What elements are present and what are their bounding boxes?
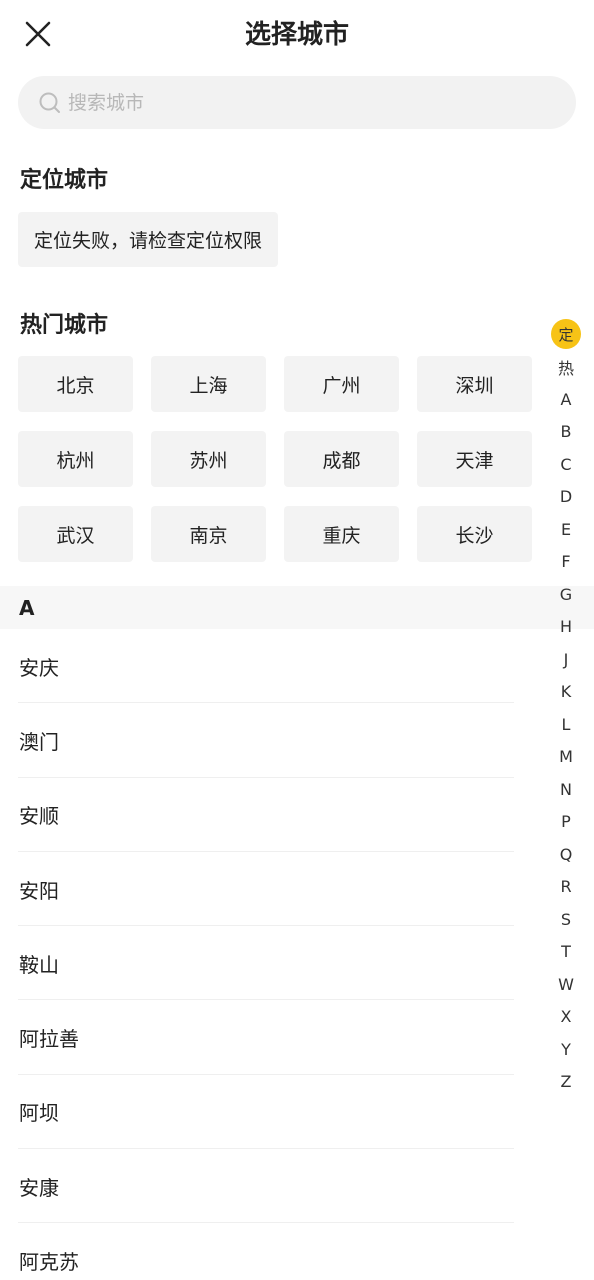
city-picker-page: 选择城市 定位城市 定位失败，请检查定位权限 热门城市 北京上海广州深圳杭州苏州… [0,0,594,1280]
alphabet-index-label: X [560,1007,572,1027]
alphabet-index-item[interactable]: L [548,708,584,741]
alphabet-index-item[interactable]: S [548,903,584,936]
city-list-item[interactable]: 澳门 [0,703,594,778]
alphabet-index-label: A [560,389,572,409]
alphabet-index-label: E [560,519,572,539]
alphabet-index-label: K [560,682,572,702]
alphabet-index-label: S [560,909,572,929]
alphabet-index[interactable]: 定热ABCDEFGHJKLMNPQRSTWXYZ [548,318,584,1098]
alphabet-index-item[interactable]: N [548,773,584,806]
alphabet-index-item[interactable]: P [548,806,584,839]
alphabet-index-label: W [558,974,574,994]
alphabet-index-item[interactable]: C [548,448,584,481]
page-title: 选择城市 [244,20,349,50]
city-list-item[interactable]: 安康 [0,1149,594,1224]
hot-city-chip[interactable]: 武汉 [18,506,133,562]
alphabet-index-label: L [561,714,571,734]
hot-city-chip[interactable]: 天津 [417,431,532,487]
alphabet-index-label: C [560,454,572,474]
alphabet-index-label: J [563,649,569,669]
alphabet-index-item[interactable]: M [548,741,584,774]
alphabet-index-label: P [561,812,571,832]
alphabet-index-label: R [560,877,572,897]
alphabet-index-item[interactable]: Q [548,838,584,871]
search-input[interactable] [68,91,528,114]
alphabet-index-item[interactable]: G [548,578,584,611]
alphabet-index-label: 热 [557,358,574,378]
hot-cities-grid: 北京 上海 广州 深圳杭州 苏州 成都 天津武汉 南京 重庆 长沙 [18,356,532,562]
alphabet-index-item[interactable]: B [548,416,584,449]
alphabet-index-item[interactable]: Y [548,1033,584,1066]
alphabet-index-item[interactable]: A [548,383,584,416]
alphabet-index-label: Z [560,1072,572,1092]
letter-header-a: A [0,586,594,629]
location-status-chip[interactable]: 定位失败，请检查定位权限 [18,212,279,267]
alphabet-index-label: G [559,584,573,604]
alphabet-index-label: D [559,487,573,507]
alphabet-index-label: Y [561,1039,571,1059]
alphabet-index-item[interactable]: F [548,546,584,579]
hot-city-chip[interactable]: 深圳 [417,356,532,412]
alphabet-index-label: F [561,552,571,572]
city-list-item[interactable]: 安顺 [0,778,594,853]
hot-city-chip[interactable]: 重庆 [284,506,399,562]
alphabet-index-item[interactable]: 定 [548,318,584,351]
header: 选择城市 [0,0,594,70]
location-section-title: 定位城市 [20,168,109,193]
search-bar[interactable] [18,76,576,129]
city-list-item[interactable]: 阿克苏 [0,1223,594,1280]
city-list-item[interactable]: 安阳 [0,852,594,927]
alphabet-index-item[interactable]: E [548,513,584,546]
city-list-item[interactable]: 阿拉善 [0,1000,594,1076]
city-list-item[interactable]: 安庆 [0,629,594,704]
alphabet-index-item[interactable]: R [548,871,584,904]
alphabet-index-label: N [560,779,572,799]
alphabet-index-item[interactable]: 热 [548,351,584,384]
hot-city-chip[interactable]: 南京 [151,506,266,562]
hot-cities-section-title: 热门城市 [20,313,109,338]
hot-city-chip[interactable]: 上海 [151,356,266,412]
alphabet-index-item[interactable]: T [548,936,584,969]
city-list-item[interactable]: 阿坝 [0,1075,594,1150]
alphabet-index-label: H [559,617,573,637]
alphabet-index-label: 定 [551,319,581,350]
alphabet-index-label: B [560,422,572,442]
city-list-item[interactable]: 鞍山 [0,926,594,1001]
search-icon [38,91,62,115]
hot-city-chip[interactable]: 广州 [284,356,399,412]
city-list: 安庆 澳门 安顺 安阳 鞍山 阿拉善 阿坝 安康 阿克苏 [0,629,594,1280]
hot-city-chip[interactable]: 成都 [284,431,399,487]
alphabet-index-label: T [561,942,571,962]
hot-city-chip[interactable]: 北京 [18,356,133,412]
alphabet-index-label: M [559,747,573,767]
hot-city-chip[interactable]: 杭州 [18,431,133,487]
hot-city-chip[interactable]: 苏州 [151,431,266,487]
alphabet-index-item[interactable]: D [548,481,584,514]
alphabet-index-item[interactable]: Z [548,1066,584,1099]
alphabet-index-item[interactable]: K [548,676,584,709]
alphabet-index-item[interactable]: J [548,643,584,676]
alphabet-index-item[interactable]: H [548,611,584,644]
alphabet-index-item[interactable]: X [548,1001,584,1034]
alphabet-index-label: Q [559,844,573,864]
alphabet-index-item[interactable]: W [548,968,584,1001]
hot-city-chip[interactable]: 长沙 [417,506,532,562]
